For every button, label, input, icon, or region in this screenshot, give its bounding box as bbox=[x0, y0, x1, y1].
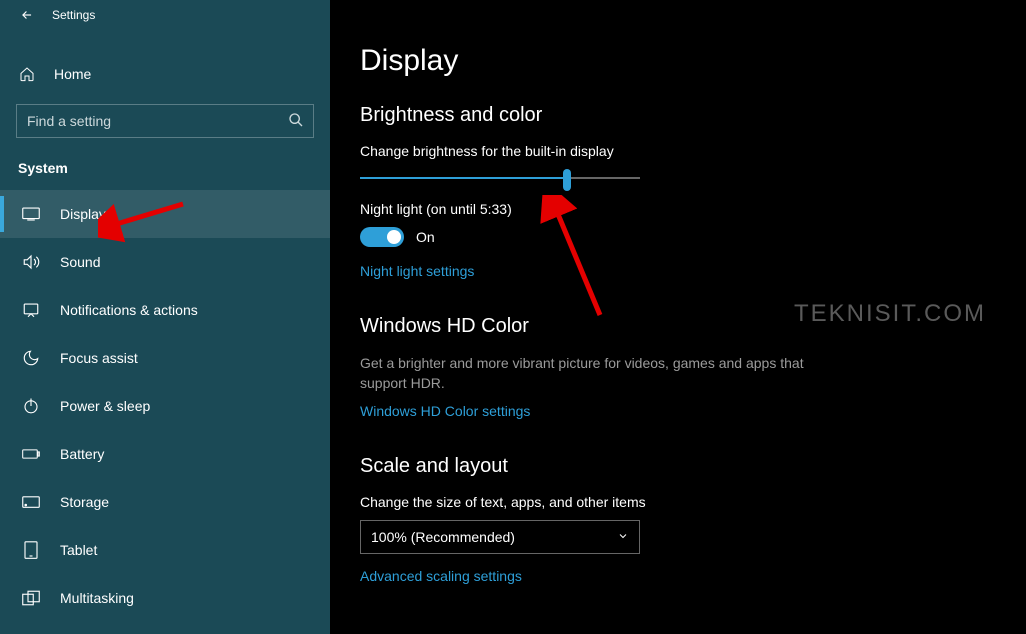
sidebar-item-focus-assist[interactable]: Focus assist bbox=[0, 334, 330, 382]
home-label: Home bbox=[54, 66, 91, 82]
home-button[interactable]: Home bbox=[0, 54, 330, 94]
scale-select[interactable]: 100% (Recommended) bbox=[360, 520, 640, 554]
sidebar-item-label: Notifications & actions bbox=[60, 302, 198, 318]
search-container bbox=[0, 94, 330, 138]
nav-list: Display Sound Notifications & actions Fo… bbox=[0, 190, 330, 622]
brightness-slider[interactable] bbox=[360, 177, 640, 179]
section-heading: Scale and layout bbox=[360, 455, 980, 478]
back-icon[interactable] bbox=[18, 6, 36, 24]
sidebar-item-label: Battery bbox=[60, 446, 104, 462]
advanced-scaling-link[interactable]: Advanced scaling settings bbox=[360, 568, 522, 584]
sidebar-item-power-sleep[interactable]: Power & sleep bbox=[0, 382, 330, 430]
sidebar-item-label: Tablet bbox=[60, 542, 97, 558]
sidebar-item-label: Sound bbox=[60, 254, 100, 270]
notifications-icon bbox=[22, 301, 40, 319]
scale-select-value: 100% (Recommended) bbox=[371, 529, 515, 545]
page-title: Display bbox=[360, 44, 1026, 78]
section-brightness: Brightness and color Change brightness f… bbox=[360, 104, 980, 281]
sidebar-item-label: Focus assist bbox=[60, 350, 138, 366]
sidebar-item-battery[interactable]: Battery bbox=[0, 430, 330, 478]
display-icon bbox=[22, 205, 40, 223]
brightness-slider-label: Change brightness for the built-in displ… bbox=[360, 143, 980, 159]
multitasking-icon bbox=[22, 589, 40, 607]
search-input[interactable] bbox=[16, 104, 314, 138]
tablet-icon bbox=[22, 541, 40, 559]
content-pane: Display Brightness and color Change brig… bbox=[330, 0, 1026, 634]
hd-color-settings-link[interactable]: Windows HD Color settings bbox=[360, 403, 530, 419]
sidebar-item-sound[interactable]: Sound bbox=[0, 238, 330, 286]
night-light-settings-link[interactable]: Night light settings bbox=[360, 263, 474, 279]
sound-icon bbox=[22, 253, 40, 271]
power-icon bbox=[22, 397, 40, 415]
slider-thumb[interactable] bbox=[563, 169, 571, 191]
sidebar-item-storage[interactable]: Storage bbox=[0, 478, 330, 526]
night-light-label: Night light (on until 5:33) bbox=[360, 201, 980, 217]
hd-color-description: Get a brighter and more vibrant picture … bbox=[360, 354, 830, 393]
window-title: Settings bbox=[52, 8, 95, 22]
scale-select-label: Change the size of text, apps, and other… bbox=[360, 494, 980, 510]
slider-fill bbox=[360, 177, 567, 179]
sidebar-item-multitasking[interactable]: Multitasking bbox=[0, 574, 330, 622]
category-label: System bbox=[0, 138, 330, 190]
focus-assist-icon bbox=[22, 349, 40, 367]
sidebar-item-display[interactable]: Display bbox=[0, 190, 330, 238]
sidebar-item-tablet[interactable]: Tablet bbox=[0, 526, 330, 574]
sidebar-item-label: Display bbox=[60, 206, 106, 222]
sidebar-item-label: Multitasking bbox=[60, 590, 134, 606]
sidebar-item-label: Power & sleep bbox=[60, 398, 150, 414]
sidebar-item-notifications[interactable]: Notifications & actions bbox=[0, 286, 330, 334]
settings-window: Settings Home System bbox=[0, 0, 1026, 634]
toggle-state-label: On bbox=[416, 229, 435, 245]
section-heading: Windows HD Color bbox=[360, 315, 980, 338]
toggle-knob bbox=[387, 230, 401, 244]
section-heading: Brightness and color bbox=[360, 104, 980, 127]
home-icon bbox=[18, 65, 36, 83]
sidebar: Home System Display Sound bbox=[0, 0, 330, 634]
storage-icon bbox=[22, 493, 40, 511]
night-light-toggle[interactable] bbox=[360, 227, 404, 247]
chevron-down-icon bbox=[617, 529, 629, 545]
battery-icon bbox=[22, 445, 40, 463]
sidebar-item-label: Storage bbox=[60, 494, 109, 510]
section-scale-layout: Scale and layout Change the size of text… bbox=[360, 455, 980, 586]
section-hd-color: Windows HD Color Get a brighter and more… bbox=[360, 315, 980, 421]
